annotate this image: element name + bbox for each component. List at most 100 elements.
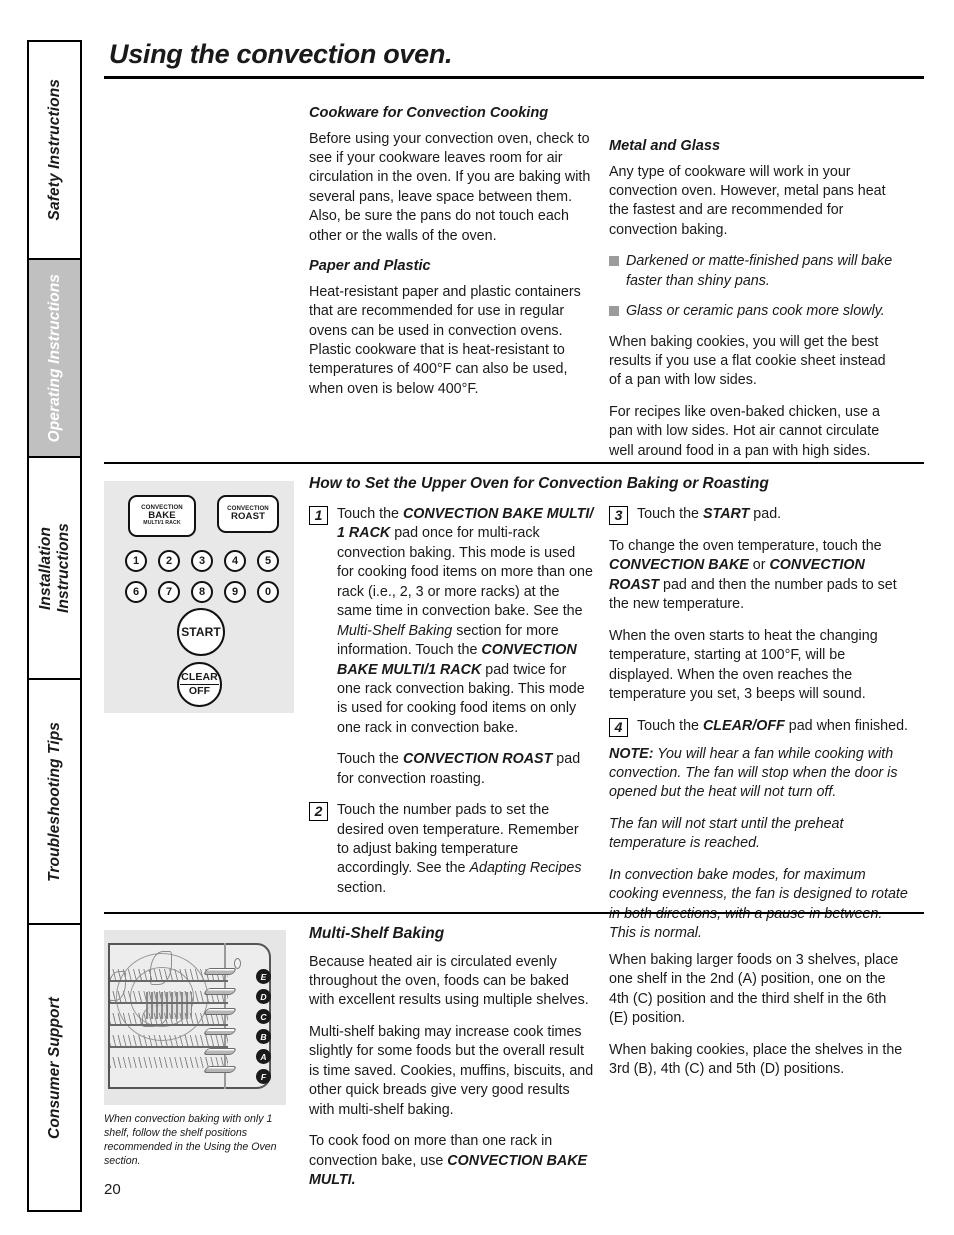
multishelf-p5: When baking cookies, place the shelves i… [609,1041,903,1078]
rack-position-badge-b: B [256,1029,271,1044]
sidebar-item-label: Operating Instructions [45,273,63,443]
oven-rack-rail [202,968,238,975]
cookware-right-column: Metal and Glass Any type of cookware wil… [609,138,901,461]
bullet-text: Darkened or matte-finished pans will bak… [626,253,893,289]
sidebar-item-label: Consumer Support [45,996,63,1139]
multishelf-p3: To cook food on more than one rack in co… [309,1133,588,1188]
section-divider-multishelf [104,912,924,914]
multishelf-left-column: Multi-Shelf Baking Because heated air is… [309,925,594,1190]
number-pad-6[interactable]: 6 [125,581,147,603]
number-pad-2[interactable]: 2 [158,550,180,572]
page-title: Using the convection oven. [109,39,453,69]
change-temperature-body: To change the oven temperature, touch th… [609,538,897,613]
number-pad-7[interactable]: 7 [158,581,180,603]
sidebar-item-troubleshooting-tips[interactable]: Troubleshooting Tips [29,680,80,925]
start-pad[interactable]: START [177,608,225,656]
metal-glass-body: Any type of cookware will work in your c… [609,163,886,238]
page-number: 20 [104,1181,121,1198]
cookware-left-column: Cookware for Convection Cooking Before u… [309,105,591,399]
multishelf-p4: When baking larger foods on 3 shelves, p… [609,952,899,1027]
paper-plastic-body: Heat-resistant paper and plastic contain… [309,283,581,397]
square-bullet-icon [609,256,619,267]
rack-position-badge-d: D [256,989,271,1004]
step-number: 4 [609,717,628,737]
step-number: 2 [309,802,328,822]
multishelf-p1: Because heated air is circulated evenly … [309,953,589,1009]
fan-note: NOTE: You will hear a fan while cooking … [609,745,898,801]
sidebar-item-safety-instructions[interactable]: Safety Instructions [29,42,80,260]
sidebar-item-installation-instructions[interactable]: Installation Instructions [29,458,80,680]
convection-roast-note: Touch the CONVECTION ROAST pad for conve… [337,751,581,787]
multishelf-heading: Multi-Shelf Baking [309,925,445,942]
sidebar-item-operating-instructions[interactable]: Operating Instructions [29,260,80,458]
step-number: 1 [309,506,328,525]
step-text: Touch the START pad. [637,506,782,522]
list-item: Darkened or matte-finished pans will bak… [609,252,901,291]
page-header: Using the convection oven. [104,39,924,79]
rack-position-badge-c: C [256,1009,271,1024]
paper-plastic-heading: Paper and Plastic [309,258,431,275]
step-1: 1 Touch the CONVECTION BAKE MULTI/ 1 RAC… [309,505,594,738]
pad-label-line3: MULTI/1 RACK [143,520,181,527]
oven-shelf [110,1024,228,1026]
pad-label-line2: ROAST [230,511,266,523]
oven-illustration-caption: When convection baking with only 1 shelf… [104,1113,277,1167]
oven-shelf [110,1002,228,1004]
control-panel-illustration: CONVECTION BAKE MULTI/1 RACK CONVECTION … [104,481,294,713]
oven-illustration: E D C B A F [104,930,286,1105]
bullet-text: Glass or ceramic pans cook more slowly. [626,303,885,320]
metal-glass-heading: Metal and Glass [609,138,721,154]
rack-position-badge-e: E [256,969,271,984]
number-pad-1[interactable]: 1 [125,550,147,572]
pad-label: START [181,624,221,639]
cookware-heading: Cookware for Convection Cooking [309,105,549,121]
howto-heading: How to Set the Upper Oven for Convection… [309,475,769,492]
number-pad-0[interactable]: 0 [257,581,279,603]
preheat-display-body: When the oven starts to heat the changin… [609,627,878,703]
oven-illustration-wrapper: E D C B A F When convection baking with … [104,930,286,1169]
oven-shelf [110,1035,228,1046]
number-pad-5[interactable]: 5 [257,550,279,572]
howto-right-column: 3 Touch the START pad. To change the ove… [609,505,909,943]
step-2: 2 Touch the number pads to set the desir… [309,801,594,898]
fan-note-3: In convection bake modes, for maximum co… [609,866,908,941]
pad-label-line1: CLEAR [180,671,219,685]
chicken-body: For recipes like oven-baked chicken, use… [609,403,880,459]
step-4: 4 Touch the CLEAR/OFF pad when finished. [609,717,909,737]
step-number: 3 [609,506,628,525]
oven-shelf [110,980,228,982]
step-text: Touch the number pads to set the desired… [337,802,582,896]
cookware-intro: Before using your convection oven, check… [309,130,591,244]
multishelf-p2: Multi-shelf baking may increase cook tim… [309,1023,594,1118]
section-divider-howto [104,462,924,464]
sidebar-item-label: Troubleshooting Tips [45,721,63,882]
oven-rack-rail [202,1028,238,1035]
number-pad-9[interactable]: 9 [224,581,246,603]
convection-roast-pad[interactable]: CONVECTION ROAST [217,495,279,533]
sidebar-tabs: Safety Instructions Operating Instructio… [27,40,82,1212]
number-pad-8[interactable]: 8 [191,581,213,603]
oven-rack-rail [202,1066,238,1073]
rack-position-badge-f: F [256,1069,271,1084]
list-item: Glass or ceramic pans cook more slowly. [609,302,901,321]
oven-rack-rail [202,988,238,995]
convection-bake-pad[interactable]: CONVECTION BAKE MULTI/1 RACK [128,495,196,537]
fan-note-2: The fan will not start until the preheat… [609,815,844,852]
clear-off-pad[interactable]: CLEAR OFF [177,662,222,707]
step-text: Touch the CLEAR/OFF pad when finished. [637,717,908,734]
sidebar-item-consumer-support[interactable]: Consumer Support [29,925,80,1210]
title-divider [104,75,924,79]
oven-rack-rail [202,1048,238,1055]
oven-interior [110,947,262,1085]
number-pad-3[interactable]: 3 [191,550,213,572]
oven-rack-rail [202,1008,238,1015]
section-cookware: Cookware for Convection Cooking Before u… [104,105,924,459]
manual-page: Safety Instructions Operating Instructio… [0,0,954,1235]
step-3: 3 Touch the START pad. [609,505,909,525]
howto-left-column: 1 Touch the CONVECTION BAKE MULTI/ 1 RAC… [309,505,594,898]
rack-position-badge-a: A [256,1049,271,1064]
cookies-body: When baking cookies, you will get the be… [609,333,886,389]
number-pad-4[interactable]: 4 [224,550,246,572]
step-text: Touch the CONVECTION BAKE MULTI/ 1 RACK … [337,506,594,736]
square-bullet-icon [609,306,619,317]
